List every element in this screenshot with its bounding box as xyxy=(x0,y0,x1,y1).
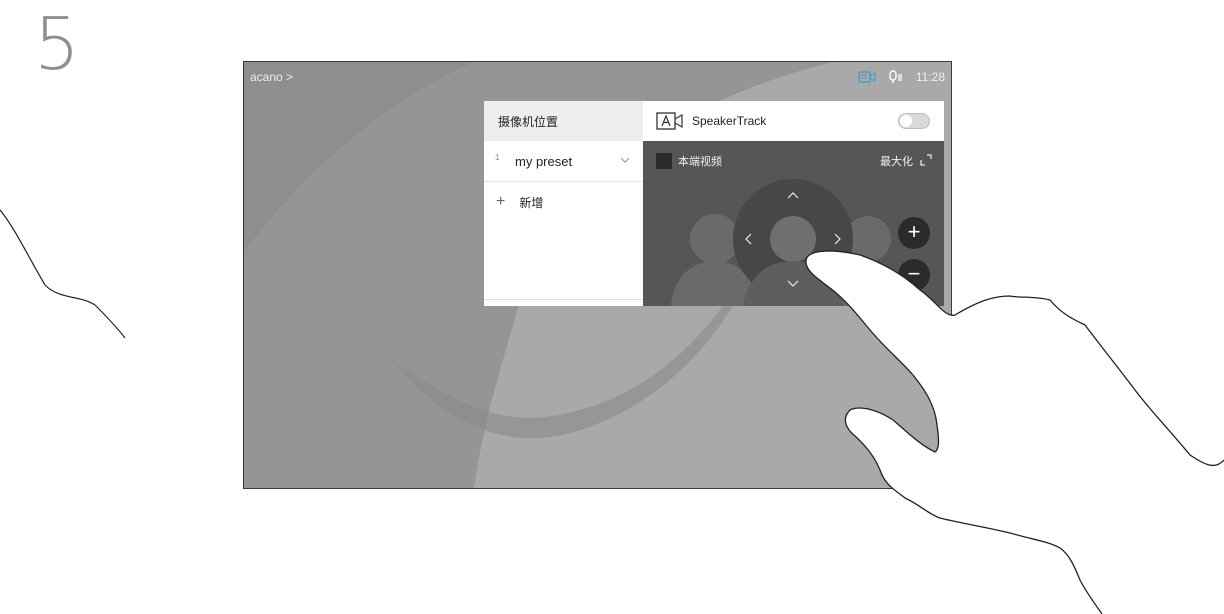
hand-illustration xyxy=(0,209,1224,614)
